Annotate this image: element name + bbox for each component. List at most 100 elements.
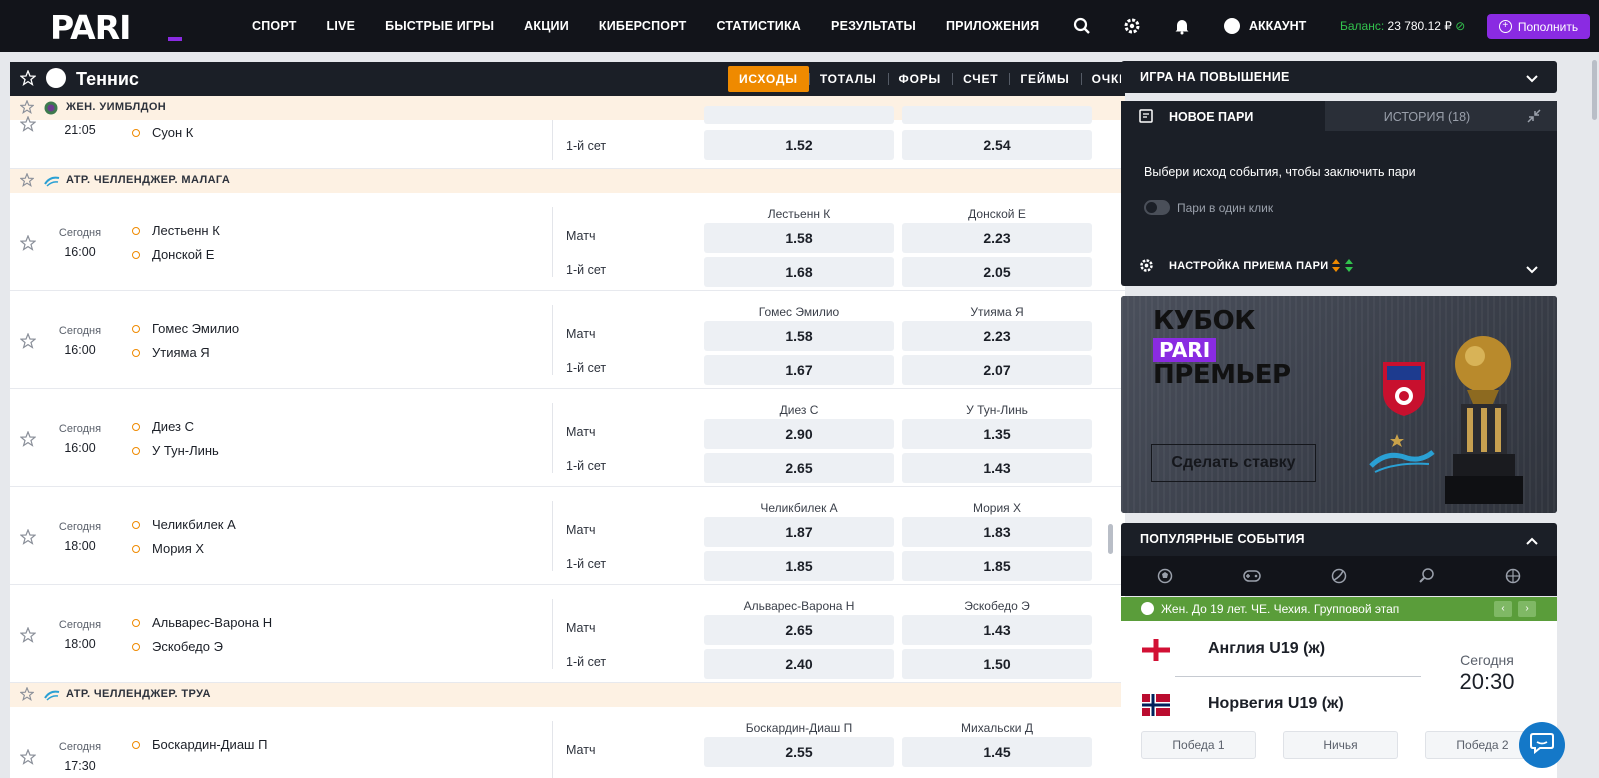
tab-outcomes[interactable]: ИСХОДЫ: [728, 66, 809, 92]
one-click-toggle[interactable]: [1144, 200, 1170, 215]
team-1[interactable]: Диез С: [132, 419, 194, 434]
odd-win1-button[interactable]: Победа 1: [1141, 731, 1256, 759]
star-icon[interactable]: [19, 99, 35, 117]
nav-statistics[interactable]: СТАТИСТИКА: [716, 19, 801, 33]
event-date: Сегодня: [58, 227, 102, 239]
team-1[interactable]: Гомес Эмилио: [132, 321, 239, 336]
chat-button[interactable]: [1519, 722, 1565, 768]
odd-button[interactable]: 1.67: [704, 355, 894, 385]
chevron-up-icon[interactable]: [1526, 533, 1538, 545]
place-bet-button[interactable]: Сделать ставку: [1151, 444, 1316, 482]
odd-button[interactable]: 1.58: [704, 223, 894, 253]
tab-new-bet[interactable]: НОВОЕ ПАРИ: [1121, 101, 1325, 131]
nav-live[interactable]: LIVE: [327, 19, 356, 33]
search-icon[interactable]: [1070, 14, 1094, 38]
gear-icon[interactable]: [1120, 14, 1144, 38]
team-1[interactable]: Альварес-Варона Н: [132, 615, 272, 630]
team-1[interactable]: Челикбилек А: [132, 517, 236, 532]
sport-title: Теннис: [76, 69, 139, 89]
tab-history-label: ИСТОРИЯ (18): [1383, 110, 1471, 124]
odd-button[interactable]: 1.68: [704, 257, 894, 287]
scrollbar-thumb[interactable]: [1108, 524, 1113, 554]
tennis-icon[interactable]: [1295, 556, 1382, 596]
bell-icon[interactable]: [1170, 14, 1194, 38]
collapse-icon[interactable]: [1527, 109, 1541, 128]
odd-button[interactable]: 1.83: [902, 517, 1092, 547]
star-icon[interactable]: [19, 332, 37, 354]
odd-button[interactable]: 2.55: [704, 737, 894, 767]
odd-button[interactable]: 2.90: [704, 419, 894, 449]
team-1[interactable]: Боскардин-Диаш П: [132, 737, 267, 752]
team-2[interactable]: Мория Х: [132, 541, 204, 556]
tab-games[interactable]: ГЕЙМЫ: [1009, 66, 1080, 92]
odd-button[interactable]: 1.85: [704, 551, 894, 581]
chevron-down-icon[interactable]: [1526, 262, 1538, 274]
prev-arrow-icon[interactable]: ‹: [1494, 601, 1512, 617]
team-2[interactable]: Эскобедо Э: [132, 639, 223, 654]
odd-button[interactable]: 2.05: [902, 257, 1092, 287]
odd-button[interactable]: [902, 106, 1092, 124]
tab-history[interactable]: ИСТОРИЯ (18): [1325, 101, 1557, 131]
star-icon[interactable]: [19, 686, 35, 704]
bet-settings-label[interactable]: НАСТРОЙКА ПРИЕМА ПАРИ: [1169, 260, 1328, 272]
star-icon[interactable]: [19, 115, 37, 137]
basketball-icon[interactable]: [1470, 556, 1557, 596]
odd-button[interactable]: 1.85: [902, 551, 1092, 581]
odd-button[interactable]: [704, 106, 894, 124]
odd-button[interactable]: 1.35: [902, 419, 1092, 449]
pari-logo[interactable]: PARI: [50, 8, 190, 47]
team-label: Челикбилек А: [152, 517, 236, 532]
promo-banner[interactable]: КУБОК PARI ПРЕМЬЕР Сделать ставку: [1121, 296, 1557, 513]
eye-off-icon[interactable]: ⊘: [1455, 19, 1465, 33]
odd-button[interactable]: 2.23: [902, 223, 1092, 253]
odd-button[interactable]: 1.58: [704, 321, 894, 351]
star-icon[interactable]: [19, 69, 37, 91]
odd-button[interactable]: 1.45: [902, 737, 1092, 767]
odd-draw-button[interactable]: Ничья: [1283, 731, 1398, 759]
football-icon[interactable]: [1121, 556, 1208, 596]
odd-button[interactable]: 2.65: [704, 453, 894, 483]
odd-button[interactable]: 1.52: [704, 130, 894, 160]
team-1[interactable]: Лестьенн К: [132, 223, 220, 238]
odd-button[interactable]: 1.43: [902, 615, 1092, 645]
star-icon[interactable]: [19, 430, 37, 452]
nav-sport[interactable]: СПОРТ: [252, 19, 297, 33]
popular-match-card[interactable]: Англия U19 (ж) Норвегия U19 (ж) Сегодня …: [1121, 621, 1557, 778]
next-arrow-icon[interactable]: ›: [1518, 601, 1536, 617]
topup-button[interactable]: + Пополнить: [1487, 14, 1590, 39]
scrollbar-thumb[interactable]: [1592, 60, 1597, 120]
star-icon[interactable]: [19, 172, 35, 190]
raise-game-panel[interactable]: ИГРА НА ПОВЫШЕНИЕ: [1121, 61, 1557, 93]
gamepad-icon[interactable]: [1208, 556, 1295, 596]
odd-button[interactable]: 2.07: [902, 355, 1092, 385]
nav-esports[interactable]: КИБЕРСПОРТ: [599, 19, 687, 33]
odd-button[interactable]: 1.43: [902, 453, 1092, 483]
table-tennis-icon[interactable]: [1383, 556, 1470, 596]
tab-score[interactable]: СЧЕТ: [952, 66, 1009, 92]
star-icon[interactable]: [19, 748, 37, 770]
tab-points[interactable]: ОЧКИ: [1080, 66, 1125, 92]
odd-button[interactable]: 1.50: [902, 649, 1092, 679]
team-2[interactable]: Донской Е: [132, 247, 214, 262]
gear-icon[interactable]: [1139, 258, 1154, 278]
popular-events-header[interactable]: ПОПУЛЯРНЫЕ СОБЫТИЯ: [1121, 523, 1557, 556]
nav-fast-games[interactable]: БЫСТРЫЕ ИГРЫ: [385, 19, 494, 33]
account-button[interactable]: АККАУНТ: [1224, 18, 1306, 34]
nav-apps[interactable]: ПРИЛОЖЕНИЯ: [946, 19, 1039, 33]
star-icon[interactable]: [19, 626, 37, 648]
odd-button[interactable]: 1.87: [704, 517, 894, 547]
team-2[interactable]: Утияма Я: [132, 345, 210, 360]
odd-button[interactable]: 2.40: [704, 649, 894, 679]
star-icon[interactable]: [19, 528, 37, 550]
team-2[interactable]: У Тун-Линь: [132, 443, 219, 458]
odd-button[interactable]: 2.65: [704, 615, 894, 645]
odd-button[interactable]: 2.23: [902, 321, 1092, 351]
serve-dot: [132, 544, 140, 553]
tab-handicaps[interactable]: ФОРЫ: [887, 66, 953, 92]
star-icon[interactable]: [19, 234, 37, 256]
tab-totals[interactable]: ТОТАЛЫ: [808, 66, 888, 92]
nav-promotions[interactable]: АКЦИИ: [524, 19, 569, 33]
nav-results[interactable]: РЕЗУЛЬТАТЫ: [831, 19, 916, 33]
odd-button[interactable]: 2.54: [902, 130, 1092, 160]
chevron-down-icon[interactable]: [1526, 71, 1538, 83]
